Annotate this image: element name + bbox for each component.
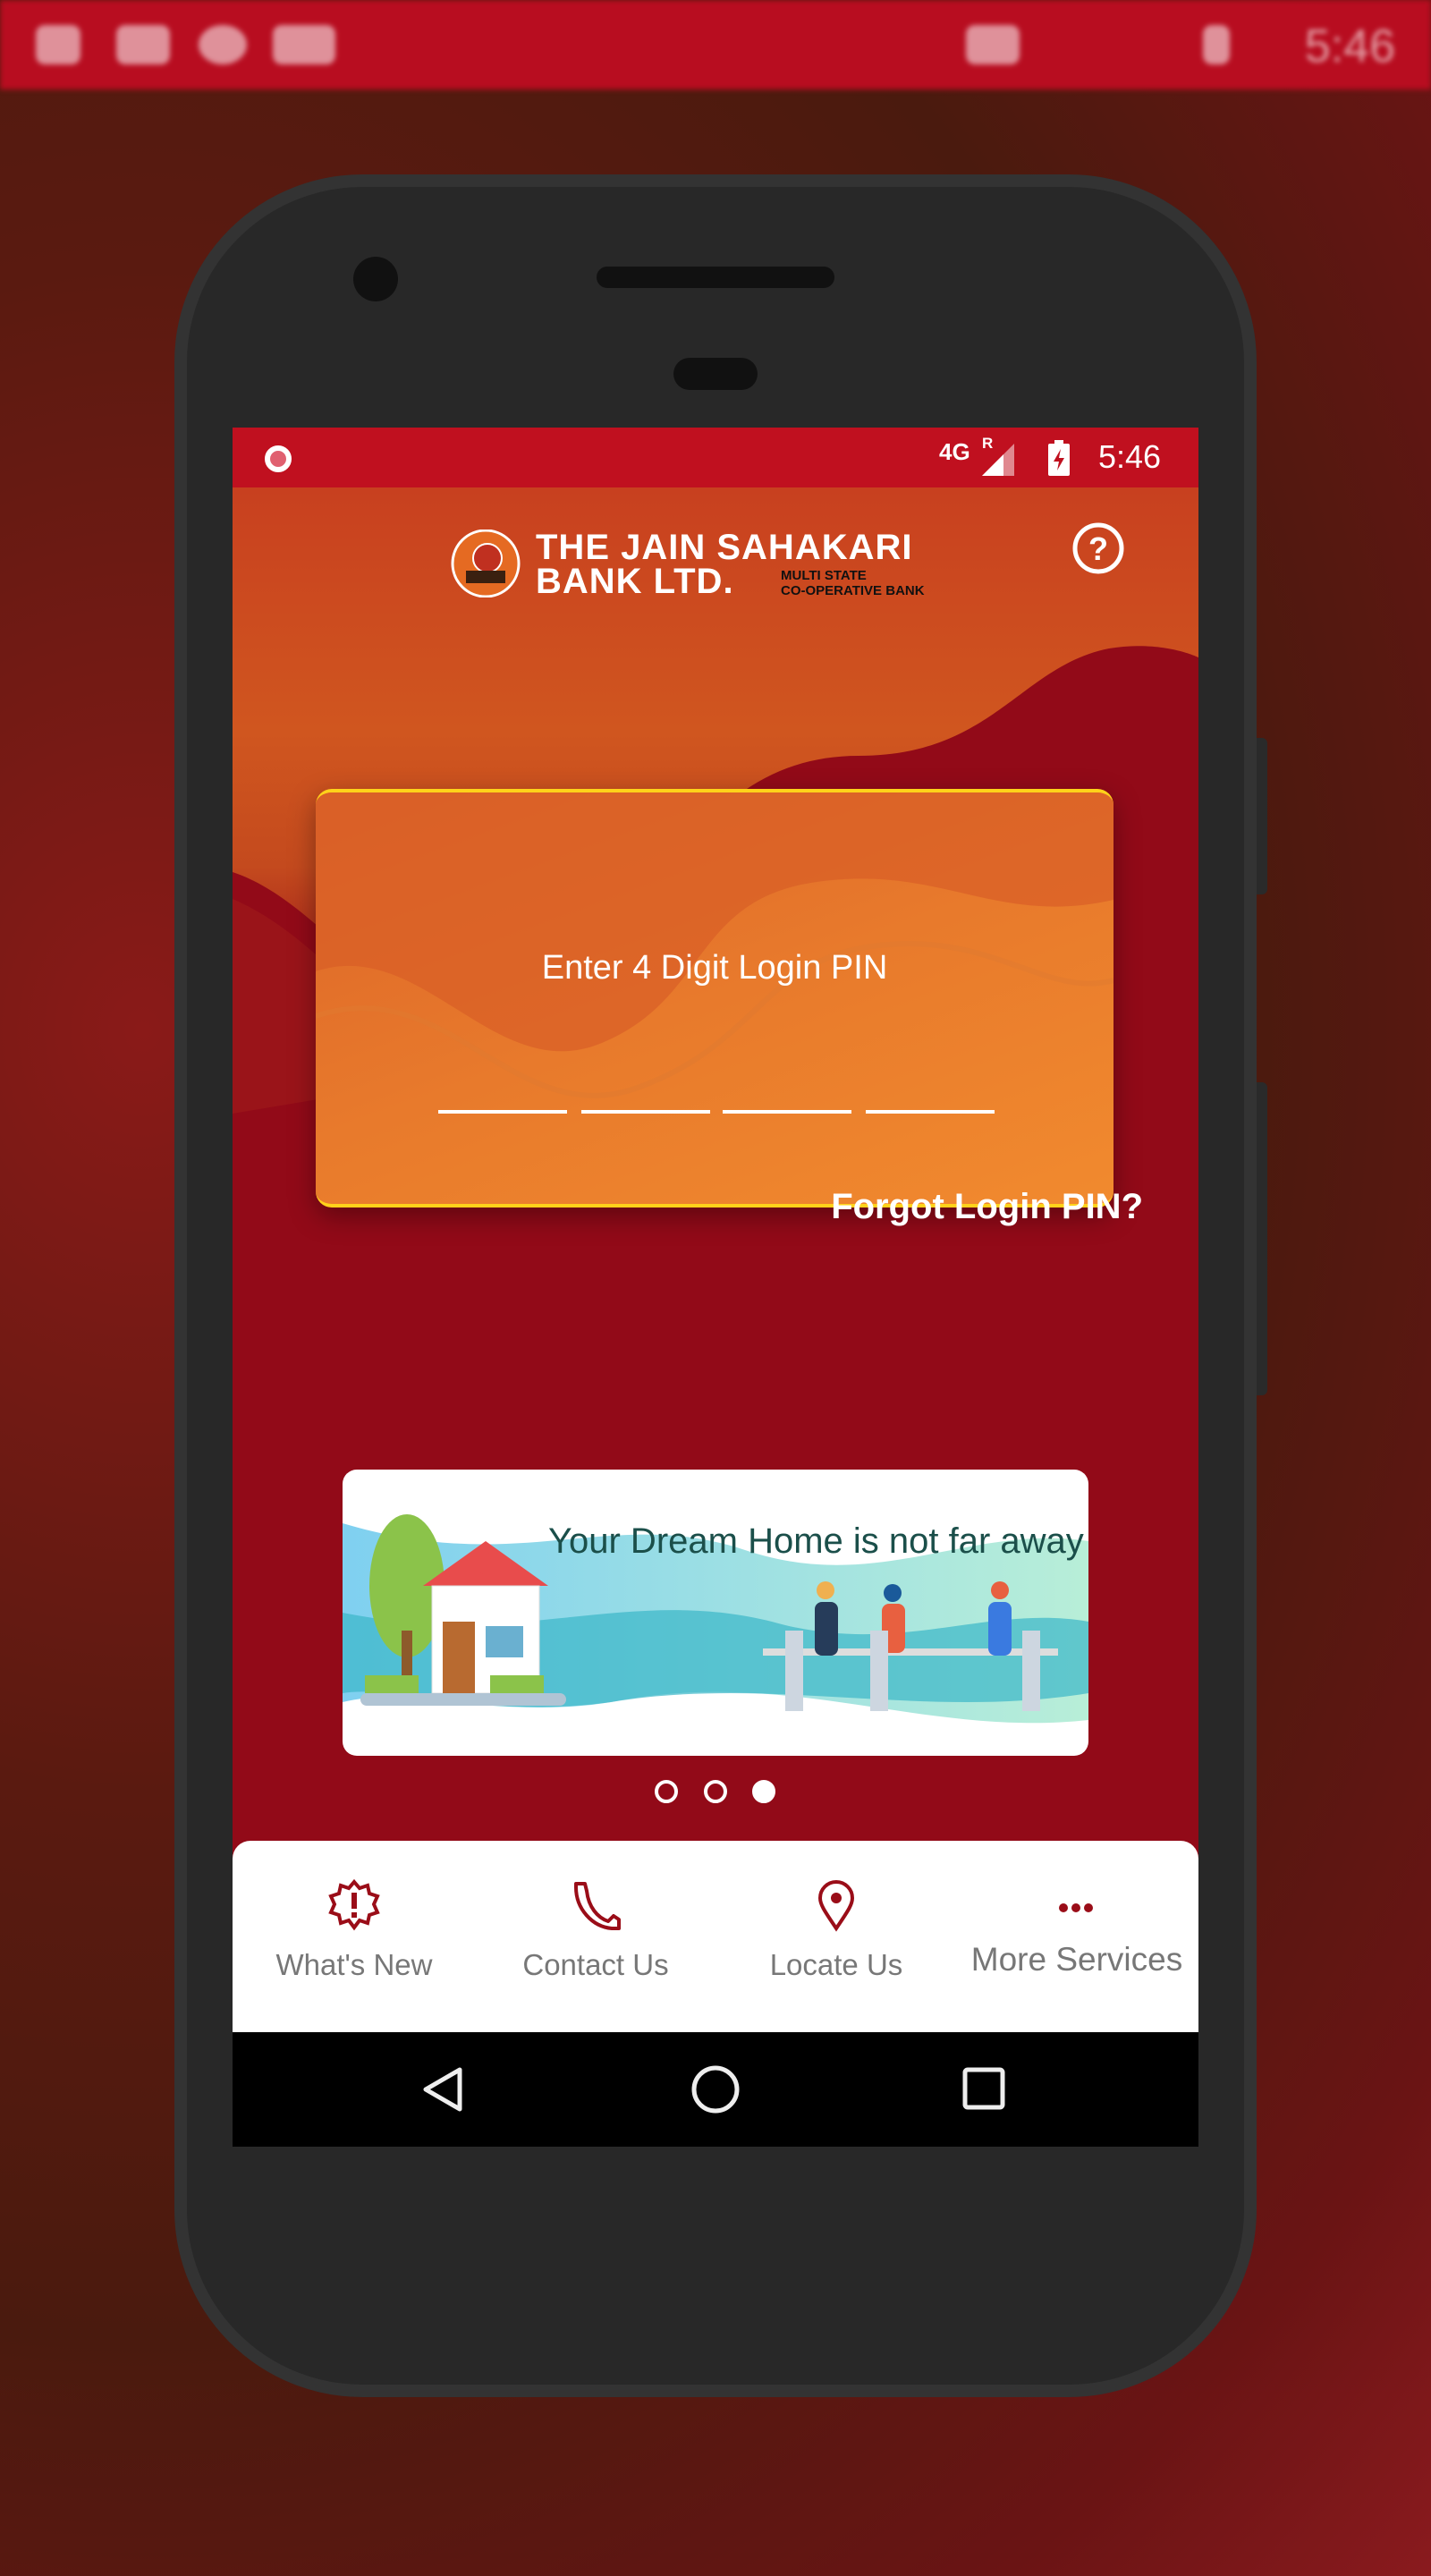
- pin-prompt: Enter 4 Digit Login PIN: [541, 949, 888, 987]
- power-button: [1257, 738, 1267, 894]
- forgot-pin-link[interactable]: Forgot Login PIN?: [831, 1187, 1143, 1227]
- nav-label: Locate Us: [769, 1948, 903, 1981]
- phone-icon: [574, 1882, 621, 1930]
- record-icon: [265, 445, 292, 472]
- pin-digit-3[interactable]: [723, 1110, 851, 1114]
- card-waves: [316, 792, 1113, 1098]
- volume-button: [1257, 1082, 1267, 1395]
- carousel-dot-1[interactable]: [655, 1780, 678, 1803]
- bottom-nav: What's New Contact Us Locate Us More Ser…: [233, 1841, 1198, 2032]
- bank-logo: THE JAIN SAHAKARI BANK LTD. MULTI STATE …: [450, 528, 986, 601]
- battery-charging-icon: [1048, 440, 1070, 476]
- nav-label: Contact Us: [522, 1948, 669, 1981]
- login-screen: THE JAIN SAHAKARI BANK LTD. MULTI STATE …: [233, 487, 1198, 1841]
- system-nav-bar: [233, 2032, 1198, 2147]
- logo-line2: BANK LTD.: [536, 562, 734, 601]
- pin-digit-2[interactable]: [581, 1110, 710, 1114]
- nav-label: More Services: [970, 1941, 1183, 1978]
- map-pin-icon: [817, 1880, 855, 1932]
- help-question-icon[interactable]: ?: [1071, 521, 1125, 575]
- logo-sub2: CO-OPERATIVE BANK: [781, 583, 925, 598]
- nav-contact-us[interactable]: Contact Us: [475, 1841, 716, 2032]
- nav-more-services[interactable]: More Services: [955, 1841, 1198, 2032]
- promo-banner[interactable]: Your Dream Home is not far away: [343, 1470, 1088, 1756]
- carousel-dot-2[interactable]: [704, 1780, 727, 1803]
- logo-sub1: MULTI STATE: [781, 568, 867, 583]
- outer-clock: 5:46: [1304, 21, 1395, 72]
- clock: 5:46: [1098, 438, 1162, 475]
- pin-digit-4[interactable]: [866, 1110, 995, 1114]
- sensor: [673, 358, 758, 390]
- home-icon[interactable]: [690, 2064, 741, 2114]
- nav-whats-new[interactable]: What's New: [233, 1841, 475, 2032]
- bank-emblem-icon: [451, 530, 521, 597]
- svg-text:?: ?: [1088, 530, 1108, 567]
- more-dots-icon: [1059, 1903, 1093, 1912]
- network-type: 4G: [939, 438, 970, 465]
- front-camera: [353, 257, 398, 301]
- pin-card: Enter 4 Digit Login PIN: [316, 789, 1113, 1208]
- back-icon[interactable]: [420, 2066, 465, 2113]
- banner-illustration: [343, 1514, 1088, 1724]
- outer-status-bar: 5:46: [0, 0, 1431, 89]
- banner-text: Your Dream Home is not far away: [548, 1521, 1084, 1561]
- nav-label: What's New: [275, 1948, 433, 1981]
- carousel-dot-3-active[interactable]: [752, 1780, 775, 1803]
- earpiece: [597, 267, 834, 288]
- signal-icon: [982, 444, 1014, 476]
- pin-digit-1[interactable]: [438, 1110, 567, 1114]
- status-bar: 4G R 5:46: [233, 428, 1198, 487]
- alert-badge-icon: [328, 1878, 380, 1931]
- phone-screen: 4G R 5:46 THE JAIN SAHAKARI BANK LTD. MU…: [233, 428, 1198, 2147]
- nav-locate-us[interactable]: Locate Us: [716, 1841, 957, 2032]
- recents-icon[interactable]: [961, 2066, 1006, 2111]
